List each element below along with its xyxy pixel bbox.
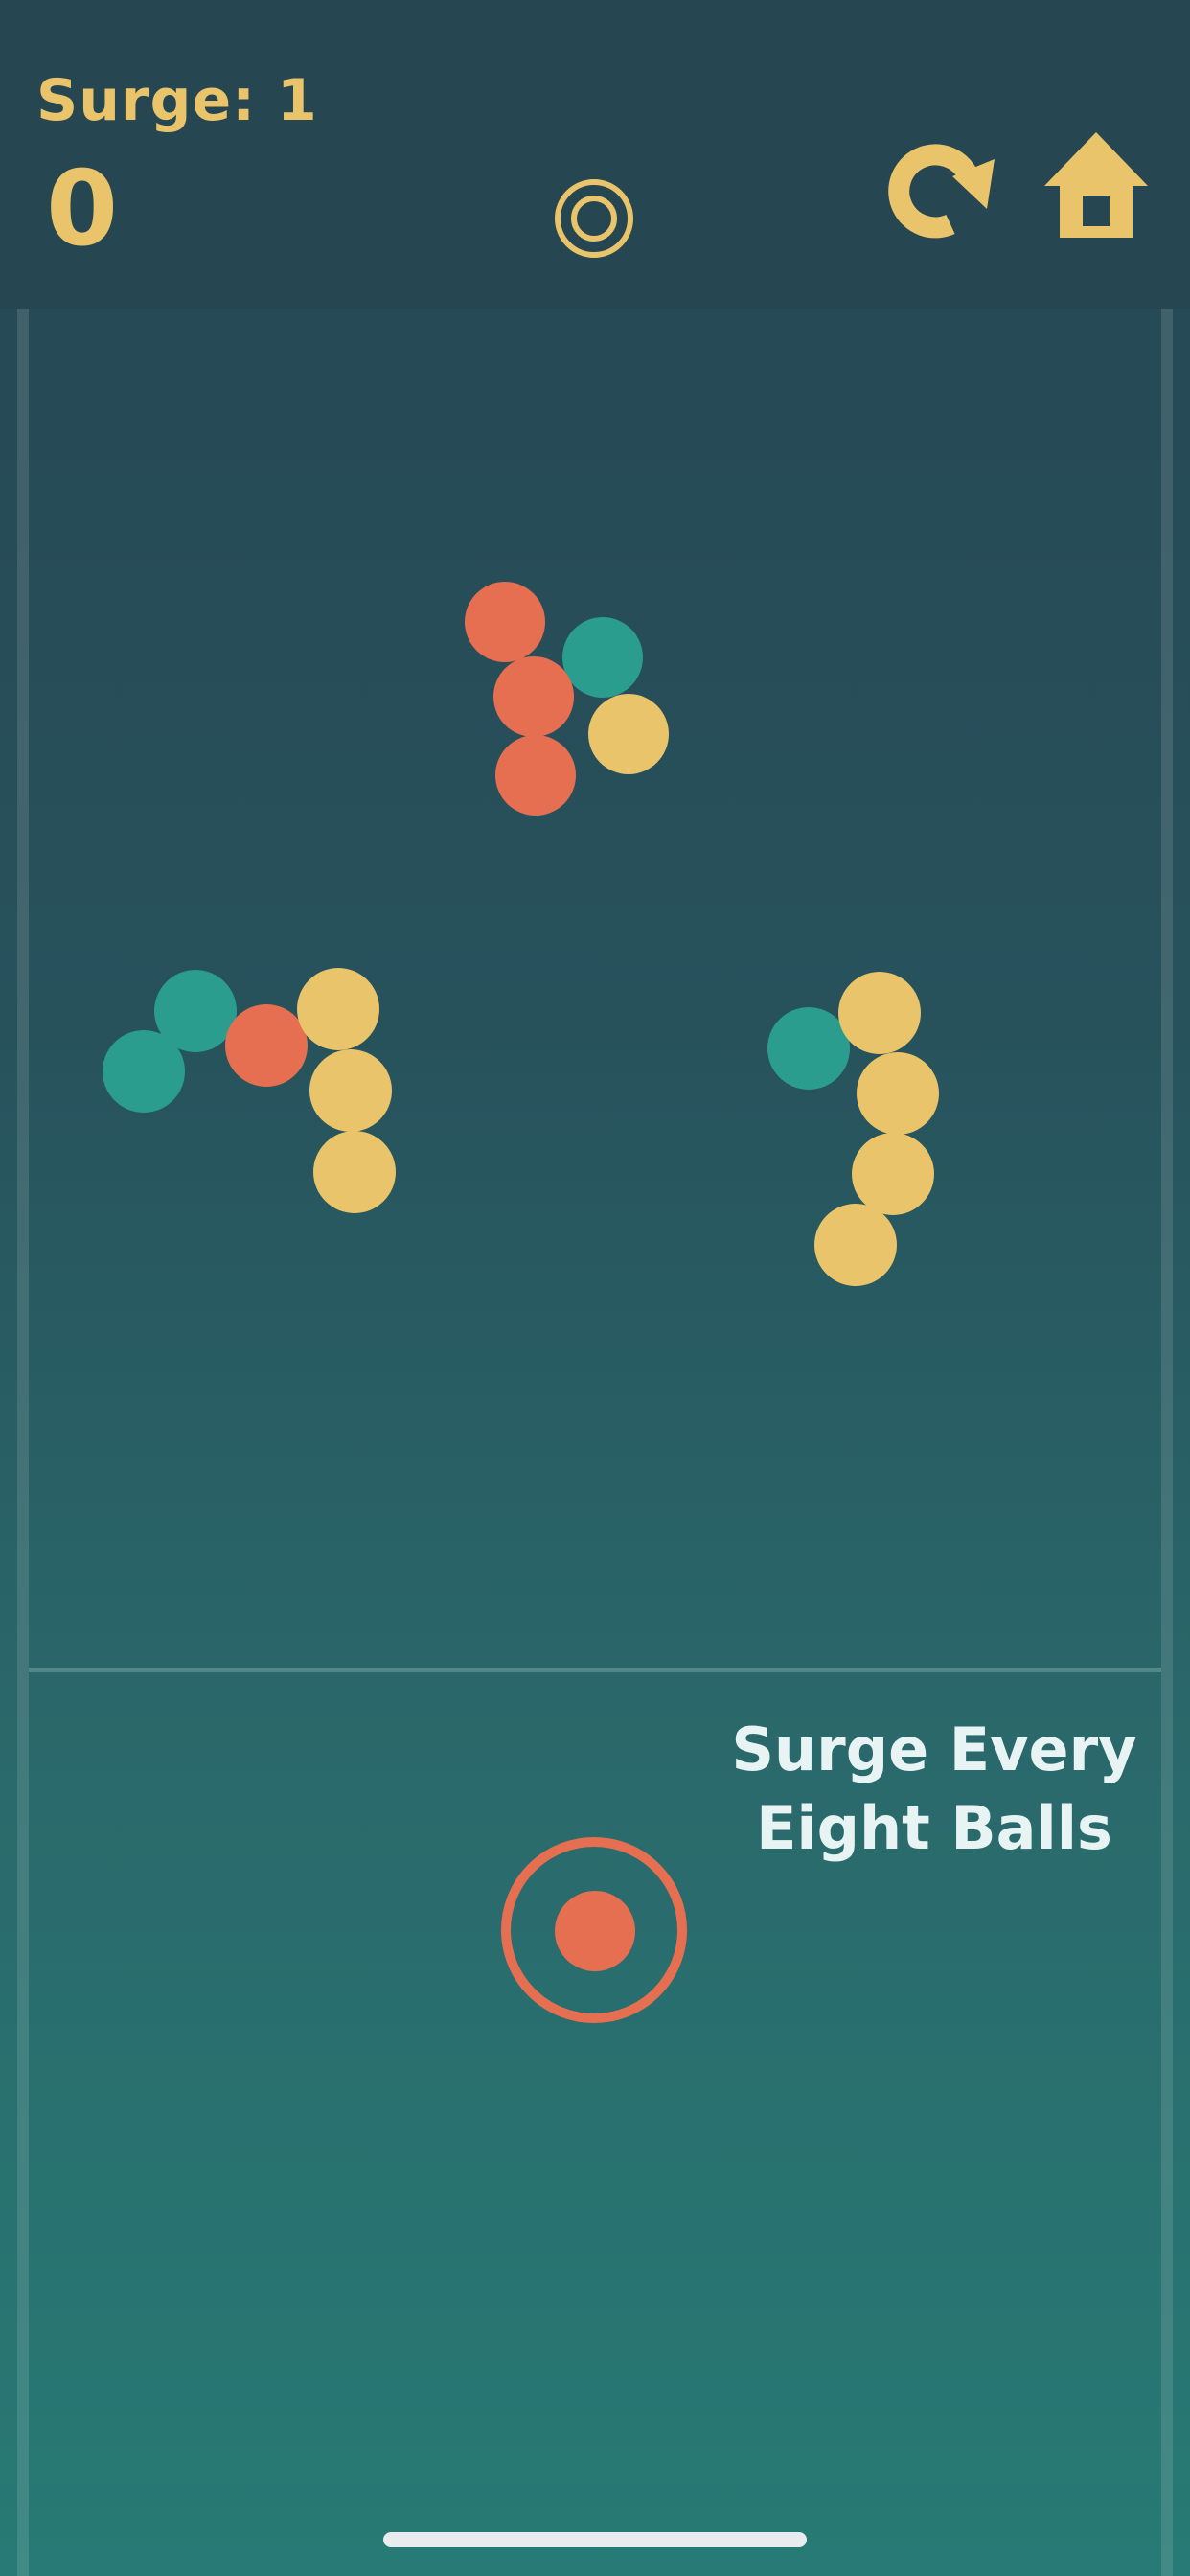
surge-counter: Surge: 1 [36,67,318,134]
home-indicator[interactable] [383,2532,807,2547]
ball [297,968,379,1050]
ball [225,1004,308,1087]
ball [857,1052,939,1135]
ball [588,694,669,774]
ball [562,617,643,698]
ball [852,1133,934,1215]
ball [465,582,545,662]
ball [838,972,921,1054]
ball [495,735,576,816]
restart-arrow-icon[interactable] [883,134,998,249]
score-display: 0 [46,150,119,269]
ball [767,1007,850,1090]
ball [814,1204,897,1286]
home-icon[interactable] [1041,128,1152,240]
ball [309,1049,392,1132]
left-wall [17,309,29,2576]
ball [493,656,574,737]
right-wall [1161,309,1173,2576]
target-rings-icon[interactable] [552,176,636,261]
next-ball[interactable] [555,1891,635,1971]
ball [103,1030,185,1113]
top-bar: Surge: 1 0 [0,0,1190,309]
launch-zone-divider [29,1668,1161,1672]
surge-hint-text: Surge Every Eight Balls [731,1714,1137,1863]
ball [313,1131,396,1213]
